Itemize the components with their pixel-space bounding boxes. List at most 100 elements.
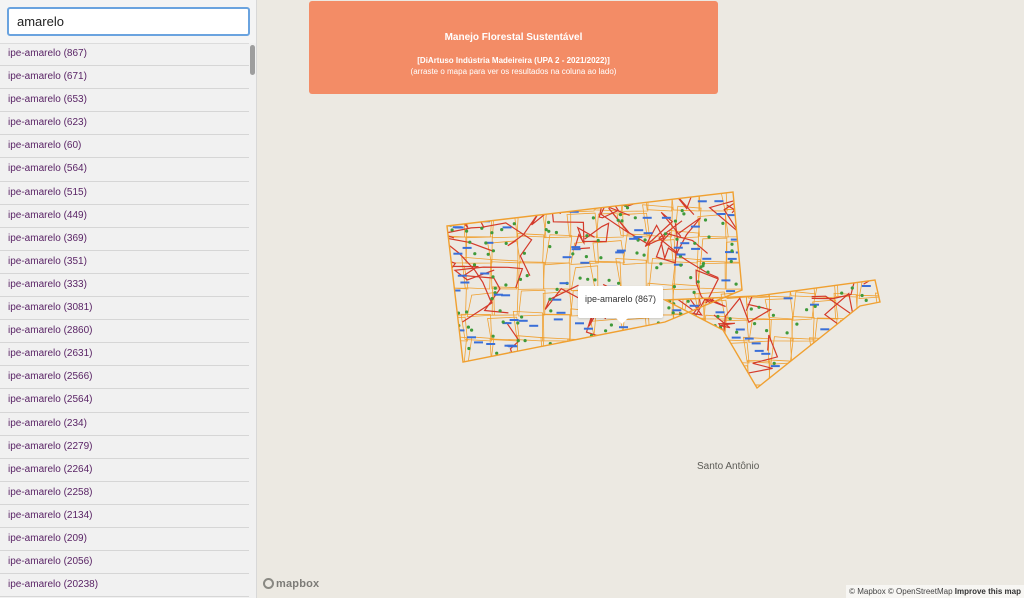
tree-marker <box>635 251 639 255</box>
attribution-osm-link[interactable]: © OpenStreetMap <box>888 587 953 596</box>
tree-marker <box>718 348 722 352</box>
tree-marker <box>753 322 757 326</box>
tree-marker <box>495 351 499 355</box>
skid-trail <box>660 231 719 279</box>
map-attribution: © Mapbox © OpenStreetMap Improve this ma… <box>846 585 1024 598</box>
tree-label-marker <box>697 200 707 203</box>
popup-label: ipe-amarelo (867) <box>584 294 657 304</box>
attribution-mapbox-link[interactable]: © Mapbox <box>849 587 886 596</box>
tree-marker <box>686 299 690 303</box>
skid-trail <box>576 222 610 243</box>
skid-trail <box>786 378 848 388</box>
tree-marker <box>772 361 776 365</box>
parcel-cell <box>589 260 622 290</box>
tree-label-marker <box>731 336 741 339</box>
tree-marker <box>466 325 470 329</box>
tree-marker <box>484 241 488 245</box>
tree-marker <box>846 369 850 373</box>
parcel-cell <box>465 192 493 212</box>
tree-marker <box>791 377 795 381</box>
tree-label-marker <box>459 204 468 207</box>
tree-marker <box>678 318 682 322</box>
tree-label-marker <box>562 256 572 259</box>
result-item[interactable]: ipe-amarelo (564) <box>0 158 249 182</box>
result-item[interactable]: ipe-amarelo (333) <box>0 274 249 298</box>
tree-label-marker <box>695 344 705 347</box>
result-item[interactable]: ipe-amarelo (2056) <box>0 551 249 575</box>
parcel-cell <box>682 386 706 388</box>
tree-marker <box>604 329 608 333</box>
tree-label-marker <box>451 289 461 292</box>
tree-marker <box>845 368 849 373</box>
parcel-cell <box>857 319 880 342</box>
tree-marker <box>554 230 559 235</box>
tree-marker <box>706 270 710 274</box>
tree-marker <box>734 282 738 286</box>
result-item[interactable]: ipe-amarelo (234) <box>0 413 249 436</box>
tree-label-marker <box>835 367 845 370</box>
tree-marker <box>620 219 624 223</box>
tree-label-marker <box>575 322 584 325</box>
tree-marker <box>850 286 854 290</box>
parcel-cell <box>641 338 674 362</box>
result-item[interactable]: ipe-amarelo (369) <box>0 228 249 251</box>
tree-marker <box>578 276 582 280</box>
tree-label-marker <box>732 361 742 364</box>
tree-marker <box>493 286 497 290</box>
tree-label-marker <box>562 203 572 205</box>
tree-label-marker <box>502 226 512 229</box>
result-item[interactable]: ipe-amarelo (209) <box>0 528 249 552</box>
tree-marker <box>501 320 505 324</box>
result-item[interactable]: ipe-amarelo (449) <box>0 205 249 228</box>
parcel-cell <box>724 208 742 238</box>
tree-marker <box>576 200 580 204</box>
parcel-cell <box>570 192 598 213</box>
result-item[interactable]: ipe-amarelo (2860) <box>0 320 249 344</box>
tree-marker <box>730 242 734 246</box>
result-item[interactable]: ipe-amarelo (2264) <box>0 459 249 482</box>
parcel-cell <box>681 361 705 386</box>
result-item[interactable]: ipe-amarelo (2279) <box>0 436 249 459</box>
result-item[interactable]: ipe-amarelo (671) <box>0 66 249 90</box>
tree-label-marker <box>857 335 867 338</box>
improve-map-link[interactable]: Improve this map <box>955 587 1021 596</box>
result-item[interactable]: ipe-amarelo (623) <box>0 112 249 136</box>
results-list: ipe-amarelo (867) ipe-amarelo (671) ipe-am… <box>0 43 249 598</box>
tree-marker <box>765 329 769 333</box>
tree-marker <box>504 283 508 287</box>
result-item[interactable]: ipe-amarelo (20238) <box>0 574 249 598</box>
tree-marker <box>721 221 725 225</box>
result-item[interactable]: ipe-amarelo (2564) <box>0 389 249 413</box>
result-item[interactable]: ipe-amarelo (867) <box>0 43 249 67</box>
mapbox-logo[interactable]: mapbox <box>263 578 319 590</box>
result-item[interactable]: ipe-amarelo (2134) <box>0 505 249 528</box>
tree-marker <box>675 237 679 241</box>
tree-label-marker <box>783 297 793 300</box>
parcel-cell <box>881 344 904 364</box>
parcel-cell <box>491 286 519 316</box>
tree-marker <box>661 349 665 353</box>
results-scrollbar[interactable] <box>249 43 256 598</box>
tree-marker <box>680 328 684 332</box>
tree-marker <box>699 265 703 269</box>
tree-label-marker <box>858 380 868 383</box>
result-item[interactable]: ipe-amarelo (60) <box>0 135 249 159</box>
result-item[interactable]: ipe-amarelo (351) <box>0 251 249 274</box>
tree-marker <box>732 354 737 358</box>
result-item[interactable]: ipe-amarelo (2631) <box>0 343 249 367</box>
result-item[interactable]: ipe-amarelo (2566) <box>0 366 249 390</box>
scrollbar-thumb[interactable] <box>250 45 255 75</box>
tree-marker <box>679 263 683 267</box>
result-item[interactable]: ipe-amarelo (515) <box>0 182 249 205</box>
tree-marker <box>633 216 637 220</box>
tree-marker <box>834 361 838 365</box>
result-item[interactable]: ipe-amarelo (3081) <box>0 297 249 321</box>
parcel-cell <box>836 319 860 343</box>
tree-label-marker <box>715 311 725 314</box>
result-item[interactable]: ipe-amarelo (2258) <box>0 482 249 505</box>
tree-marker <box>516 321 520 325</box>
search-input[interactable] <box>7 7 250 36</box>
tree-marker <box>490 297 494 301</box>
mapbox-logo-icon <box>263 578 274 589</box>
result-item[interactable]: ipe-amarelo (653) <box>0 89 249 113</box>
